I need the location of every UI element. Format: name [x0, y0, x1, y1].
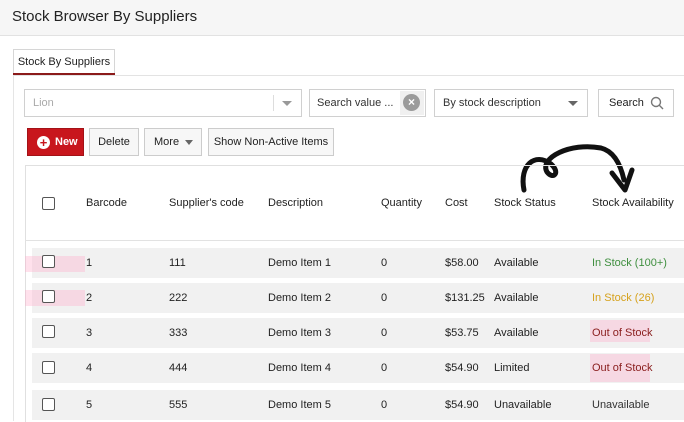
cell-stock-availability: Unavailable: [592, 399, 650, 411]
search-button[interactable]: Search: [598, 89, 674, 117]
cell-cost: $53.75: [445, 327, 479, 339]
search-icon: [650, 96, 664, 110]
cell-description: Demo Item 2: [268, 292, 331, 304]
cell-quantity: 0: [381, 399, 388, 411]
cell-suppliers-code: 333: [169, 327, 188, 339]
cell-stock-availability: Out of Stock: [592, 327, 653, 339]
cell-barcode: 5: [86, 399, 93, 411]
row-checkbox[interactable]: [42, 325, 55, 338]
new-button[interactable]: + New: [27, 128, 84, 156]
cell-description: Demo Item 1: [268, 257, 331, 269]
more-button[interactable]: More: [144, 128, 202, 156]
cell-description: Demo Item 4: [268, 362, 331, 374]
row-highlight: [25, 256, 85, 272]
cell-cost: $54.90: [445, 399, 479, 411]
cell-stock-availability: In Stock (26): [592, 292, 655, 304]
table-row[interactable]: [32, 390, 684, 420]
tab-divider: [13, 75, 684, 76]
cell-suppliers-code: 444: [169, 362, 188, 374]
cell-barcode: 4: [86, 362, 93, 374]
combo-separator: [273, 95, 274, 111]
cell-barcode: 2: [86, 292, 93, 304]
cell-stock-status: Available: [494, 257, 539, 269]
table-row[interactable]: [32, 248, 684, 278]
cell-stock-availability: Out of Stock: [592, 362, 653, 374]
clear-icon: ×: [403, 94, 420, 111]
cell-quantity: 0: [381, 327, 388, 339]
cell-cost: $54.90: [445, 362, 479, 374]
column-header-stock-status[interactable]: Stock Status: [494, 197, 556, 209]
cell-stock-status: Available: [494, 327, 539, 339]
column-header-barcode[interactable]: Barcode: [86, 197, 127, 209]
cell-quantity: 0: [381, 362, 388, 374]
title-bar: Stock Browser By Suppliers: [0, 0, 684, 36]
row-highlight: [25, 290, 85, 306]
cell-quantity: 0: [381, 257, 388, 269]
column-header-stock-availability[interactable]: Stock Availability: [592, 197, 674, 209]
row-checkbox[interactable]: [42, 290, 55, 303]
column-header-cost[interactable]: Cost: [445, 197, 468, 209]
new-button-label: New: [55, 136, 78, 148]
search-field-select[interactable]: By stock description: [434, 89, 588, 117]
cell-suppliers-code: 222: [169, 292, 188, 304]
chevron-down-icon[interactable]: [282, 101, 292, 106]
cell-description: Demo Item 5: [268, 399, 331, 411]
cell-suppliers-code: 111: [169, 257, 186, 269]
plus-icon: +: [37, 136, 50, 149]
table-row[interactable]: [32, 283, 684, 313]
select-all-checkbox[interactable]: [42, 197, 55, 210]
column-header-suppliers-code[interactable]: Supplier's code: [169, 197, 244, 209]
cell-quantity: 0: [381, 292, 388, 304]
cell-stock-status: Available: [494, 292, 539, 304]
search-input[interactable]: Search value ... ×: [309, 89, 426, 117]
table-row[interactable]: [32, 353, 684, 383]
supplier-combo-placeholder: Lion: [33, 97, 54, 109]
window-title: Stock Browser By Suppliers: [12, 8, 198, 25]
table-header-divider: [25, 240, 684, 241]
column-header-quantity[interactable]: Quantity: [381, 197, 422, 209]
cell-stock-status: Limited: [494, 362, 530, 374]
delete-button[interactable]: Delete: [89, 128, 139, 156]
row-checkbox[interactable]: [42, 398, 55, 411]
chevron-down-icon: [568, 101, 578, 106]
cell-stock-availability: In Stock (100+): [592, 257, 667, 269]
column-header-description[interactable]: Description: [268, 197, 323, 209]
cell-stock-status: Unavailable: [494, 399, 552, 411]
cell-description: Demo Item 3: [268, 327, 331, 339]
chevron-down-icon: [185, 140, 193, 145]
table-row[interactable]: [32, 318, 684, 348]
panel-border: [13, 76, 14, 421]
search-button-label: Search: [609, 97, 644, 109]
cell-suppliers-code: 555: [169, 399, 188, 411]
supplier-combo[interactable]: Lion: [24, 89, 302, 117]
show-non-active-button[interactable]: Show Non-Active Items: [208, 128, 334, 156]
search-field-select-value: By stock description: [443, 97, 541, 109]
cell-barcode: 3: [86, 327, 93, 339]
cell-cost: $58.00: [445, 257, 479, 269]
tab-stock-by-suppliers[interactable]: Stock By Suppliers: [13, 49, 115, 75]
row-checkbox[interactable]: [42, 361, 55, 374]
row-checkbox[interactable]: [42, 255, 55, 268]
search-input-text: Search value ...: [317, 97, 394, 109]
clear-search-button[interactable]: ×: [400, 91, 424, 115]
cell-barcode: 1: [86, 257, 93, 269]
cell-cost: $131.25: [445, 292, 485, 304]
more-button-label: More: [154, 136, 180, 148]
